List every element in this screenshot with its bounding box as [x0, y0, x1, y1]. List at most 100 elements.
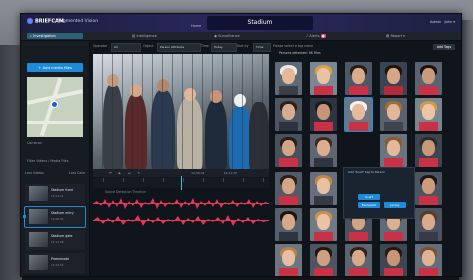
face-skin — [387, 104, 400, 120]
face-skin — [282, 104, 295, 120]
face-clothing — [279, 232, 298, 241]
face-tile[interactable] — [310, 244, 337, 276]
feed-name: Promenade — [51, 257, 70, 261]
face-tile[interactable] — [380, 98, 407, 131]
face-tile[interactable] — [415, 62, 442, 95]
face-tile[interactable] — [345, 62, 372, 95]
admin-link[interactable]: Admin — [430, 20, 441, 24]
face-tile[interactable] — [415, 134, 442, 167]
tag-jersey-button[interactable]: Jersey — [384, 202, 406, 208]
add-button-label: Add media files — [42, 65, 72, 70]
home-link[interactable]: Home — [191, 24, 201, 28]
fence-overlay — [93, 54, 269, 169]
popup-title: Add 'Scarf' tag to Person — [348, 170, 385, 174]
tab-alerts[interactable]: ♪ Alerts ● — [303, 33, 329, 39]
loop-icon[interactable]: ↻ — [138, 171, 141, 175]
camera-pin-icon[interactable] — [51, 101, 58, 108]
site-title: Stadium — [207, 16, 313, 30]
face-scarf — [314, 232, 333, 241]
top-right-menu[interactable]: Admin John ▾ — [430, 20, 455, 24]
face-tile[interactable] — [415, 244, 442, 276]
face-skin — [282, 140, 295, 156]
object-select[interactable]: Person Attribute — [157, 43, 201, 52]
tab-surveillance[interactable]: ◉ Surveillance — [211, 33, 243, 39]
face-tile[interactable] — [275, 172, 302, 205]
feed-name: Stadium front — [51, 188, 73, 192]
video-player[interactable] — [93, 54, 269, 169]
tag-backpack-button[interactable]: Backpack — [358, 202, 380, 208]
timeline-tick — [143, 178, 144, 182]
face-tile[interactable] — [310, 134, 337, 167]
face-tile[interactable] — [310, 98, 337, 131]
last-case-tab[interactable]: Last Case — [69, 171, 85, 175]
tab-report[interactable]: ▤ Report ▾ — [383, 33, 408, 39]
skip-back-icon[interactable]: ⏮ — [109, 171, 112, 175]
face-tile[interactable] — [310, 208, 337, 241]
list-item[interactable]: Stadium gate 12:11:08 — [25, 230, 85, 250]
face-tile[interactable] — [310, 172, 337, 205]
face-tile[interactable] — [380, 62, 407, 95]
bell-icon: ♪ — [306, 34, 309, 38]
tab-label: Alerts — [309, 34, 320, 38]
face-scarf — [349, 268, 368, 276]
list-item[interactable]: Promenade 12:14:52 — [25, 253, 85, 273]
face-tile[interactable] — [380, 134, 407, 167]
filter-label[interactable]: Filter Videos / Media Files — [27, 159, 69, 163]
face-tile[interactable] — [380, 244, 407, 276]
tag-scarf-button[interactable]: Scarf — [358, 194, 380, 200]
brand-logo-icon — [27, 18, 33, 24]
face-tile[interactable] — [275, 134, 302, 167]
playhead[interactable] — [181, 176, 182, 190]
face-scarf — [349, 122, 368, 131]
face-skin — [317, 250, 330, 266]
sort-select[interactable]: Time — [253, 43, 271, 52]
skip-forward-icon[interactable]: ⏭ — [128, 171, 131, 175]
face-tile[interactable] — [275, 98, 302, 131]
add-tags-button[interactable]: Add Tags — [433, 44, 455, 50]
face-skin — [387, 140, 400, 156]
tab-intelligence[interactable]: ▥ Intelligence — [129, 33, 160, 39]
list-item[interactable]: Stadium entry 12:06:31 — [23, 206, 86, 228]
face-scarf — [384, 232, 403, 241]
map-road — [39, 77, 63, 137]
video-timeline[interactable] — [93, 176, 269, 190]
face-skin — [422, 68, 435, 84]
face-scarf — [384, 268, 403, 276]
tab-investigation[interactable]: ⌕ Investigation — [27, 33, 83, 39]
feed-thumbnail — [29, 255, 48, 270]
search-icon: ⌕ — [30, 34, 32, 38]
face-tile[interactable] — [310, 62, 337, 95]
chart-icon: ▥ — [132, 34, 136, 38]
tag-select-label[interactable]: Please select a tag name — [273, 44, 313, 48]
audio-waveform[interactable] — [93, 196, 269, 211]
face-tile[interactable] — [275, 244, 302, 276]
timeline-tick — [203, 178, 204, 182]
face-tile[interactable] — [415, 208, 442, 241]
operator-select[interactable]: All — [111, 43, 141, 52]
feed-meta: 12:04:11 — [51, 194, 64, 198]
tab-label: Intelligence — [136, 34, 157, 38]
face-skin — [422, 214, 435, 230]
face-tile[interactable] — [415, 172, 442, 205]
tab-bar: ⌕ Investigation ▥ Intelligence ◉ Surveil… — [21, 32, 461, 41]
face-tile[interactable] — [275, 62, 302, 95]
last-videos-tab[interactable]: Last Videos — [25, 171, 44, 175]
room-wall-left — [0, 45, 22, 280]
face-tile[interactable] — [275, 208, 302, 241]
waveform-baseline — [93, 203, 269, 204]
face-tile[interactable] — [415, 98, 442, 131]
face-tile[interactable] — [344, 97, 373, 132]
play-icon[interactable]: ▶ — [119, 171, 121, 175]
face-scarf — [279, 268, 298, 276]
list-item[interactable]: Stadium front 12:04:11 — [25, 184, 85, 204]
audio-waveform[interactable] — [93, 213, 269, 228]
time-select[interactable]: Today — [211, 43, 237, 52]
face-skin — [282, 214, 295, 230]
timeline-tick — [263, 178, 264, 182]
user-menu[interactable]: John — [444, 20, 452, 24]
time-right: 12:11:20 — [223, 171, 238, 175]
camera-map[interactable] — [27, 77, 83, 137]
face-tile[interactable] — [345, 244, 372, 276]
gallery-subtitle: Persons detected: 98 Files — [279, 51, 321, 55]
add-media-files-button[interactable]: + Add media files — [27, 63, 83, 72]
